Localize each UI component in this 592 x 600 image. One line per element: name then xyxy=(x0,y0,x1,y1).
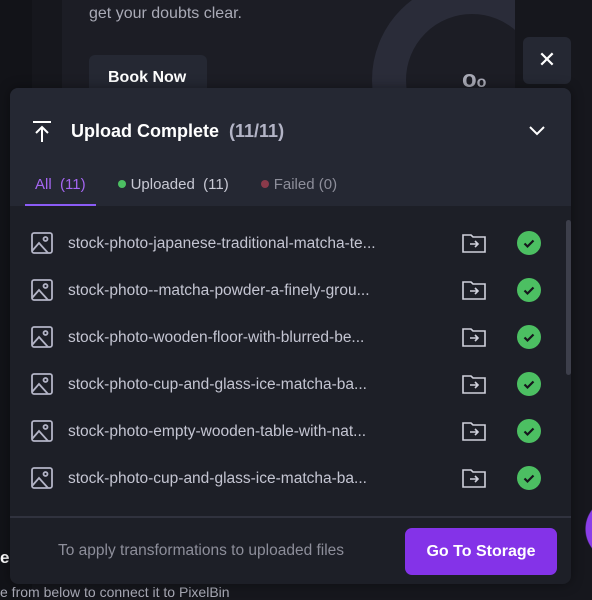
check-circle-icon xyxy=(517,419,541,443)
open-folder-icon[interactable] xyxy=(462,280,486,300)
file-name: stock-photo-cup-and-glass-ice-matcha-ba.… xyxy=(68,375,367,393)
tab-failed[interactable]: Failed (0) xyxy=(251,176,347,206)
file-name: stock-photo-empty-wooden-table-with-nat.… xyxy=(68,422,367,440)
file-name: stock-photo-japanese-traditional-matcha-… xyxy=(68,234,376,252)
image-icon xyxy=(31,467,53,489)
file-row: stock-photo--matcha-powder-a-finely-grou… xyxy=(10,267,571,314)
file-row: stock-photo-wooden-floor-with-blurred-be… xyxy=(10,314,571,361)
upload-panel: Upload Complete (11/11) All (11) Uploaded… xyxy=(10,88,571,584)
image-icon xyxy=(31,279,53,301)
upload-count: (11/11) xyxy=(229,121,285,141)
close-button[interactable]: ✕ xyxy=(523,37,571,84)
file-name: stock-photo-cup-and-glass-ice-matcha-ba.… xyxy=(68,469,367,487)
chevron-down-icon[interactable] xyxy=(528,124,546,136)
image-icon xyxy=(31,420,53,442)
close-icon: ✕ xyxy=(537,47,557,72)
file-row: stock-photo-japanese-traditional-matcha-… xyxy=(10,220,571,267)
image-icon xyxy=(31,373,53,395)
status-dot xyxy=(260,180,269,188)
check-circle-icon xyxy=(517,278,541,302)
upload-footer: To apply transformations to uploaded fil… xyxy=(10,516,571,584)
file-name: stock-photo--matcha-powder-a-finely-grou… xyxy=(68,281,370,299)
upload-title: Upload Complete (11/11) xyxy=(71,121,285,141)
open-folder-icon[interactable] xyxy=(462,374,486,394)
file-name: stock-photo-wooden-floor-with-blurred-be… xyxy=(68,328,365,346)
tab-all[interactable]: All (11) xyxy=(25,176,96,206)
footer-hint: To apply transformations to uploaded fil… xyxy=(58,542,345,559)
open-folder-icon[interactable] xyxy=(462,421,486,441)
background-text: e from below to connect it to PixelBin xyxy=(0,584,230,600)
open-folder-icon[interactable] xyxy=(462,327,486,347)
open-folder-icon[interactable] xyxy=(462,233,486,253)
file-list: stock-photo-japanese-traditional-matcha-… xyxy=(10,206,571,516)
check-circle-icon xyxy=(517,466,541,490)
file-row: stock-photo-cup-and-glass-ice-matcha-ba.… xyxy=(10,455,571,502)
chat-button[interactable] xyxy=(582,498,592,560)
check-circle-icon xyxy=(517,231,541,255)
background-heading: e xyxy=(0,548,10,567)
open-folder-icon[interactable] xyxy=(462,468,486,488)
file-row: stock-photo-empty-wooden-table-with-nat.… xyxy=(10,408,571,455)
check-circle-icon xyxy=(517,372,541,396)
upload-header: Upload Complete (11/11) All (11) Uploaded… xyxy=(10,88,571,206)
tab-uploaded[interactable]: Uploaded (11) xyxy=(108,176,239,206)
file-row: stock-photo-cup-and-glass-ice-matcha-ba.… xyxy=(10,361,571,408)
background-text: get your doubts clear. xyxy=(89,5,242,22)
status-dot xyxy=(117,180,126,188)
image-icon xyxy=(31,232,53,254)
scrollbar[interactable] xyxy=(566,220,571,375)
check-circle-icon xyxy=(517,325,541,349)
image-icon xyxy=(31,326,53,348)
go-to-storage-button[interactable]: Go To Storage xyxy=(405,528,557,575)
upload-icon xyxy=(33,121,51,142)
